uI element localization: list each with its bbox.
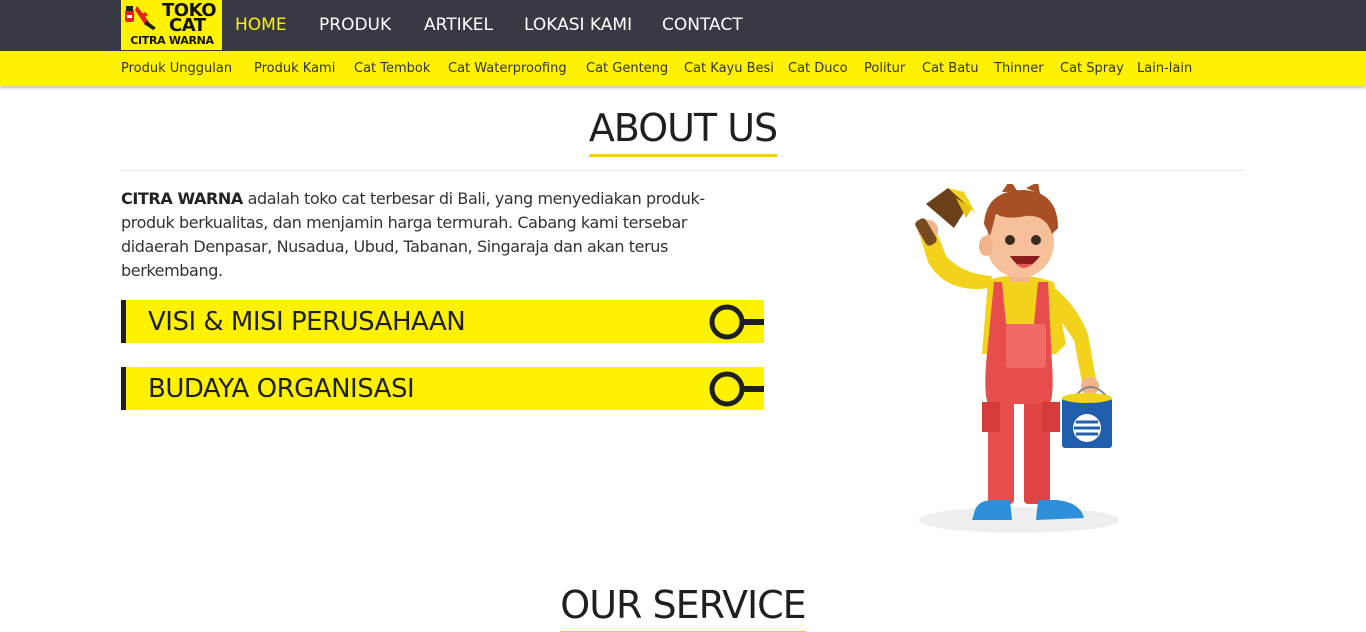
category-lain-lain[interactable]: Lain-lain	[1137, 61, 1192, 77]
nav-produk[interactable]: PRODUK	[319, 14, 391, 36]
painter-character-illustration	[915, 184, 1119, 533]
category-politur[interactable]: Politur	[864, 61, 905, 77]
expand-toggle-icon[interactable]	[704, 367, 764, 410]
accordion-budaya-label: BUDAYA ORGANISASI	[148, 374, 415, 404]
logo-line-cat: CAT	[169, 15, 206, 36]
category-cat-genteng[interactable]: Cat Genteng	[586, 61, 668, 77]
category-produk-unggulan[interactable]: Produk Unggulan	[121, 61, 232, 77]
service-title: OUR SERVICE	[560, 583, 807, 632]
accordion-budaya-organisasi[interactable]: BUDAYA ORGANISASI	[121, 367, 764, 410]
site-logo[interactable]: TOKO CAT CITRA WARNA	[121, 0, 222, 50]
brand-name: CITRA WARNA	[121, 189, 243, 208]
category-cat-kayu-besi[interactable]: Cat Kayu Besi	[684, 61, 774, 77]
paint-brush-logo-icon	[125, 6, 156, 30]
accordion-visi-misi-label: VISI & MISI PERUSAHAAN	[148, 307, 466, 337]
category-bar: Produk Unggulan Produk Kami Cat Tembok C…	[0, 51, 1366, 86]
top-navbar: TOKO CAT CITRA WARNA HOME PRODUK ARTIKEL…	[0, 0, 1366, 51]
category-cat-batu[interactable]: Cat Batu	[922, 61, 979, 77]
nav-artikel[interactable]: ARTIKEL	[424, 14, 493, 36]
expand-toggle-icon[interactable]	[704, 300, 764, 343]
category-cat-duco[interactable]: Cat Duco	[788, 61, 848, 77]
logo-line-citra-warna: CITRA WARNA	[130, 34, 214, 47]
accordion-visi-misi[interactable]: VISI & MISI PERUSAHAAN	[121, 300, 764, 343]
category-cat-tembok[interactable]: Cat Tembok	[354, 61, 430, 77]
nav-lokasi-kami[interactable]: LOKASI KAMI	[524, 14, 632, 36]
nav-home[interactable]: HOME	[235, 14, 287, 36]
about-intro: CITRA WARNA adalah toko cat terbesar di …	[121, 187, 731, 283]
category-cat-waterproofing[interactable]: Cat Waterproofing	[448, 61, 567, 77]
service-section-title: OUR SERVICE	[0, 583, 1366, 632]
about-section-title: ABOUT US	[0, 106, 1366, 157]
category-cat-spray[interactable]: Cat Spray	[1060, 61, 1124, 77]
about-title: ABOUT US	[588, 106, 778, 157]
section-divider	[121, 170, 1244, 171]
category-produk-kami[interactable]: Produk Kami	[254, 61, 335, 77]
category-thinner[interactable]: Thinner	[994, 61, 1044, 77]
nav-contact[interactable]: CONTACT	[662, 14, 743, 36]
